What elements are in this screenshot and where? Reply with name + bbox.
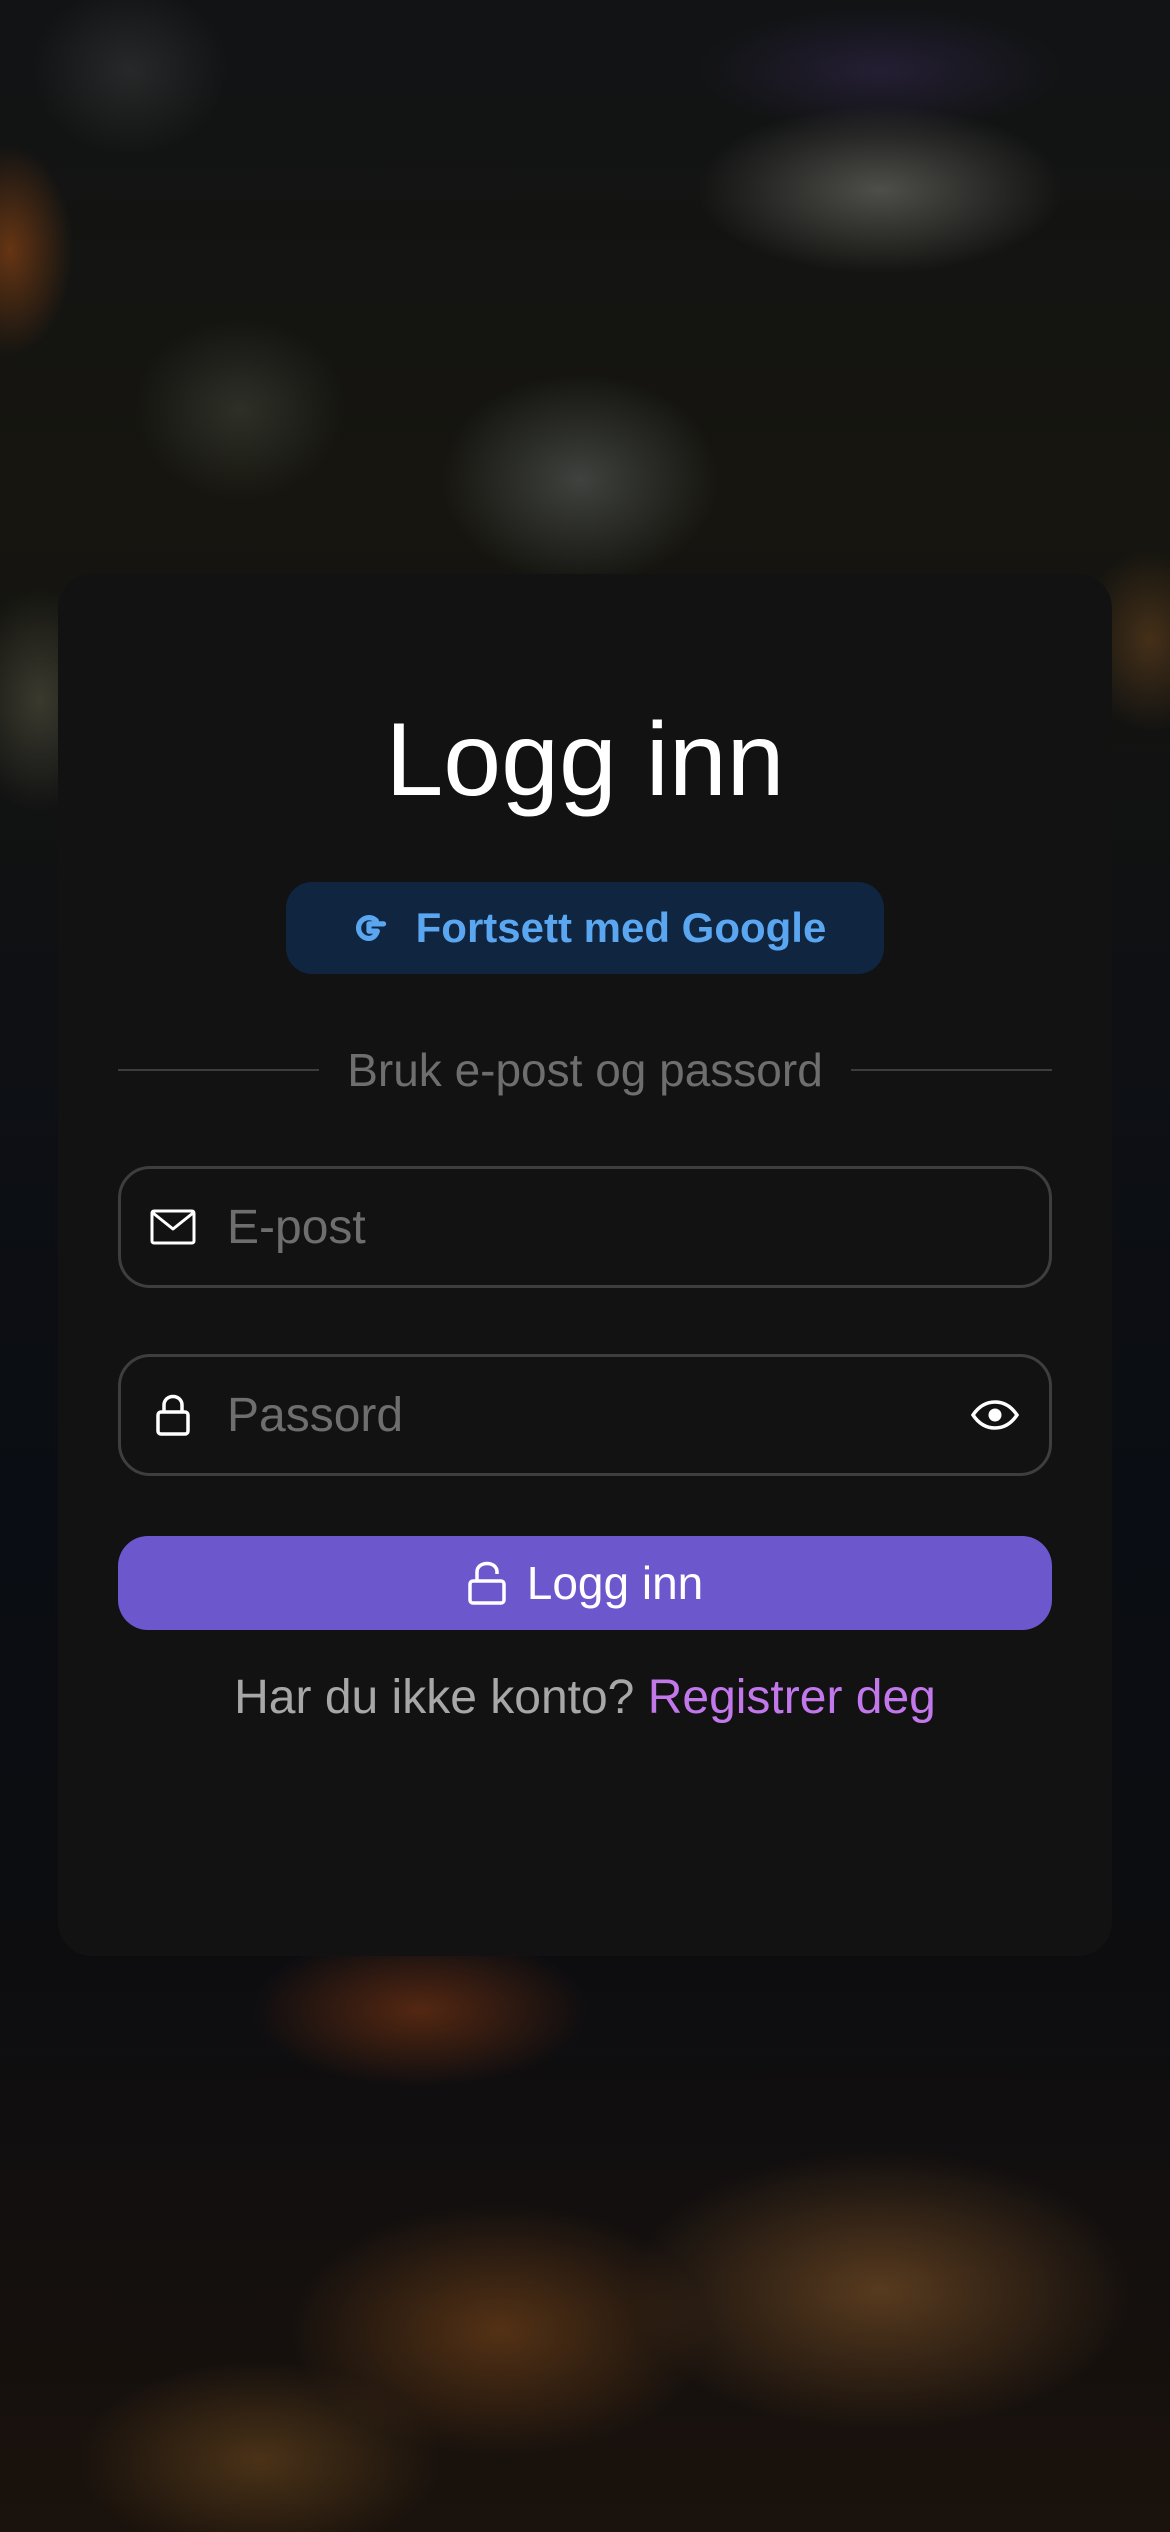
eye-icon[interactable] [969, 1389, 1021, 1441]
password-field[interactable] [118, 1354, 1052, 1476]
register-question: Har du ikke konto? [234, 1671, 635, 1724]
lock-icon [149, 1391, 197, 1439]
divider-line-left [118, 1069, 320, 1071]
google-signin-label: Fortsett med Google [415, 904, 827, 951]
unlock-icon [468, 1561, 506, 1605]
login-button[interactable]: Logg inn [118, 1536, 1052, 1630]
register-prompt: Har du ikke konto? Registrer deg [0, 1666, 1170, 1730]
divider-line-right [850, 1069, 1052, 1071]
google-signin-button[interactable]: Fortsett med Google [286, 882, 884, 974]
email-input[interactable] [227, 1199, 1021, 1255]
envelope-icon [149, 1203, 197, 1251]
google-g-icon [355, 914, 386, 942]
divider-label: Bruk e-post og passord [347, 1044, 823, 1096]
email-field[interactable] [118, 1166, 1052, 1288]
page-title: Logg inn [385, 702, 785, 818]
password-input[interactable] [227, 1387, 969, 1443]
login-button-label: Logg inn [526, 1557, 704, 1609]
register-link[interactable]: Registrer deg [648, 1671, 936, 1724]
divider: Bruk e-post og passord [118, 1040, 1052, 1100]
